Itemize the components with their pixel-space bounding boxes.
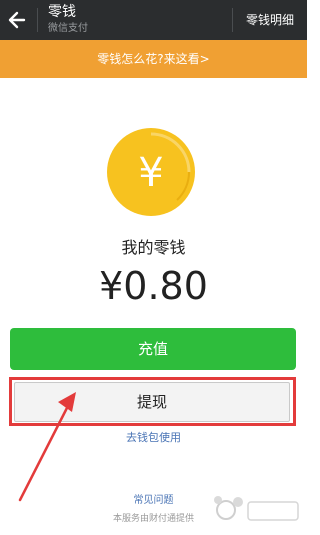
chevron-right-icon: > xyxy=(199,52,210,66)
provider-footer-text: 本服务由财付通提供 xyxy=(112,514,194,524)
recharge-button[interactable]: 充值 xyxy=(10,328,296,370)
page-subtitle: 微信支付 xyxy=(48,23,88,34)
arrow-left-icon xyxy=(8,11,26,29)
top-bar: 零钱 微信支付 零钱明细 xyxy=(0,0,307,40)
withdraw-button[interactable]: 提现 xyxy=(14,382,290,422)
watermark-logo-icon xyxy=(214,496,299,521)
coin-symbol: ¥ xyxy=(138,150,163,196)
page-title: 零钱 xyxy=(48,4,76,20)
wallet-change-page: 零钱 微信支付 零钱明细 零钱怎么花?来这看> ¥ 我的零钱 ¥0.80 充值 … xyxy=(0,0,307,535)
yuan-coin-icon: ¥ xyxy=(107,128,195,216)
back-button[interactable] xyxy=(0,0,34,40)
tips-banner[interactable]: 零钱怎么花?来这看> xyxy=(0,40,307,78)
change-details-button[interactable]: 零钱明细 xyxy=(233,0,307,40)
faq-link[interactable]: 常见问题 xyxy=(0,494,307,508)
use-in-wallet-link[interactable]: 去钱包使用 xyxy=(0,430,307,446)
header-divider xyxy=(37,8,38,32)
balance-amount: ¥0.80 xyxy=(99,264,208,308)
banner-text: 零钱怎么花?来这看 xyxy=(97,52,200,66)
balance-label: 我的零钱 xyxy=(121,238,186,257)
